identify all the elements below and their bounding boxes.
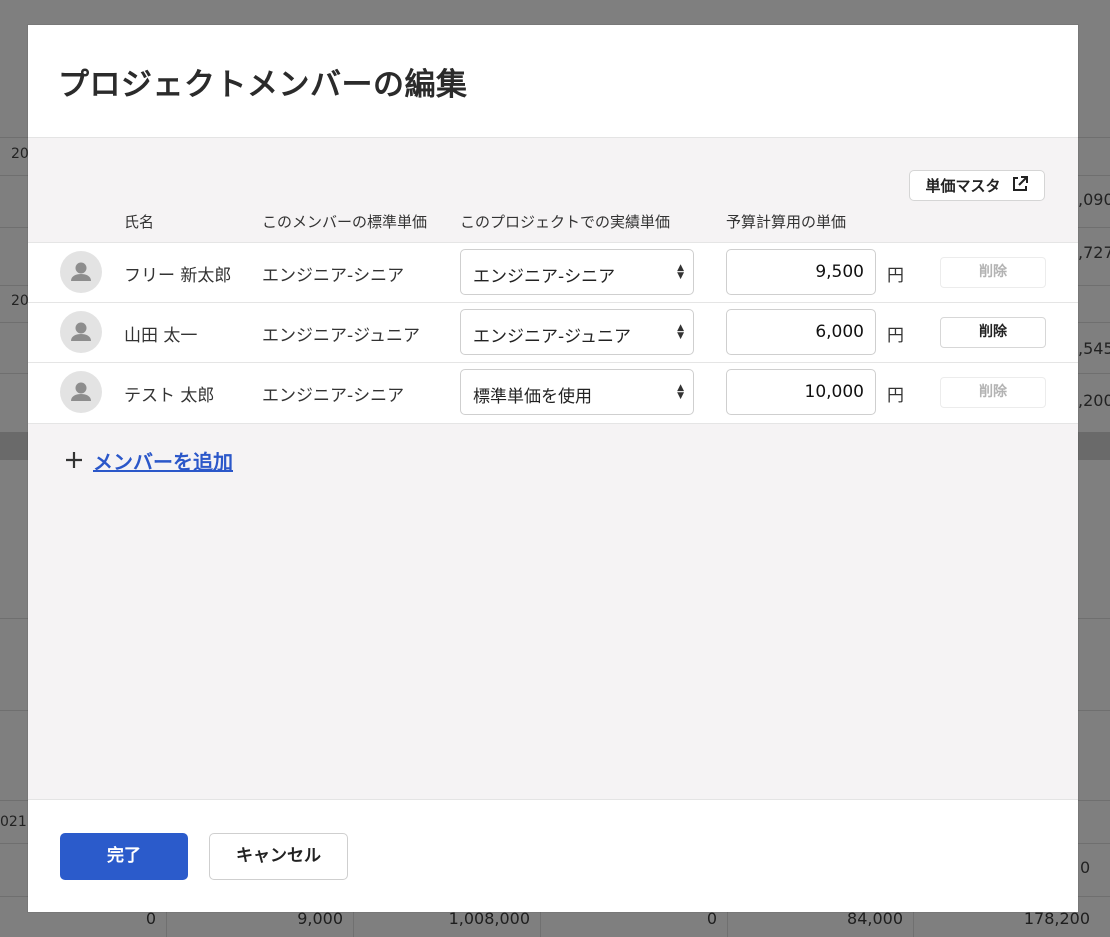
unit-price-master-button[interactable]: 単価マスタ bbox=[909, 170, 1045, 201]
project-rate-select[interactable]: 標準単価を使用 ▲ ▼ bbox=[460, 369, 694, 415]
budget-rate-value: 10,000 bbox=[804, 382, 864, 402]
dialog-footer: 完了 キャンセル bbox=[28, 799, 1078, 912]
delete-button[interactable]: 削除 bbox=[940, 317, 1046, 348]
project-rate-select[interactable]: エンジニア-シニア ▲ ▼ bbox=[460, 249, 694, 295]
column-header-standard-rate: このメンバーの標準単価 bbox=[262, 213, 428, 231]
external-link-icon bbox=[1011, 175, 1029, 197]
currency-unit: 円 bbox=[887, 326, 904, 346]
column-header-name: 氏名 bbox=[124, 213, 155, 231]
budget-rate-value: 6,000 bbox=[815, 322, 864, 342]
column-header-budget-rate: 予算計算用の単価 bbox=[726, 213, 847, 231]
edit-members-dialog: プロジェクトメンバーの編集 単価マスタ 氏名 このメンバーの標準単価 このプロジ… bbox=[28, 25, 1078, 912]
bg-fragment: 20 bbox=[11, 293, 29, 309]
delete-button[interactable]: 削除 bbox=[940, 257, 1046, 288]
avatar-icon bbox=[60, 371, 102, 413]
member-row: 山田 太一 エンジニア-ジュニア エンジニア-ジュニア ▲ ▼ 6,000 円 削… bbox=[28, 302, 1078, 363]
standard-rate: エンジニア-シニア bbox=[262, 266, 405, 286]
dialog-header: プロジェクトメンバーの編集 bbox=[28, 25, 1078, 138]
add-member-link[interactable]: メンバーを追加 bbox=[93, 446, 233, 475]
avatar-icon bbox=[60, 311, 102, 353]
member-row: テスト 太郎 エンジニア-シニア 標準単価を使用 ▲ ▼ 10,000 円 削除 bbox=[28, 362, 1078, 424]
bg-fragment: ,545 bbox=[1078, 339, 1110, 358]
avatar-icon bbox=[60, 251, 102, 293]
bg-fragment: 0 bbox=[1080, 858, 1091, 877]
bg-fragment: ,727 bbox=[1078, 243, 1110, 262]
dialog-title: プロジェクトメンバーの編集 bbox=[58, 67, 468, 103]
member-name: テスト 太郎 bbox=[124, 386, 215, 406]
standard-rate: エンジニア-シニア bbox=[262, 386, 405, 406]
bg-fragment: 021 bbox=[0, 814, 27, 830]
unit-price-master-label: 単価マスタ bbox=[925, 177, 1001, 195]
bg-fragment: 20 bbox=[11, 146, 29, 162]
select-arrows-icon: ▲ ▼ bbox=[677, 323, 684, 341]
member-name: フリー 新太郎 bbox=[124, 266, 232, 286]
delete-button[interactable]: 削除 bbox=[940, 377, 1046, 408]
budget-rate-input[interactable]: 9,500 bbox=[726, 249, 876, 295]
bg-fragment: ,200 bbox=[1078, 391, 1110, 410]
project-rate-value: エンジニア-シニア bbox=[473, 267, 616, 287]
bg-fragment: ,090 bbox=[1078, 190, 1110, 209]
budget-rate-value: 9,500 bbox=[815, 262, 864, 282]
project-rate-value: エンジニア-ジュニア bbox=[473, 327, 631, 347]
select-arrows-icon: ▲ ▼ bbox=[677, 383, 684, 401]
budget-rate-input[interactable]: 10,000 bbox=[726, 369, 876, 415]
plus-icon bbox=[65, 451, 83, 471]
add-member-button[interactable]: メンバーを追加 bbox=[65, 446, 233, 475]
member-row: フリー 新太郎 エンジニア-シニア エンジニア-シニア ▲ ▼ 9,500 円 削… bbox=[28, 242, 1078, 303]
project-rate-value: 標準単価を使用 bbox=[473, 387, 592, 407]
currency-unit: 円 bbox=[887, 386, 904, 406]
currency-unit: 円 bbox=[887, 266, 904, 286]
project-rate-select[interactable]: エンジニア-ジュニア ▲ ▼ bbox=[460, 309, 694, 355]
cancel-button[interactable]: キャンセル bbox=[209, 833, 348, 880]
standard-rate: エンジニア-ジュニア bbox=[262, 326, 420, 346]
done-button[interactable]: 完了 bbox=[60, 833, 188, 880]
select-arrows-icon: ▲ ▼ bbox=[677, 263, 684, 281]
budget-rate-input[interactable]: 6,000 bbox=[726, 309, 876, 355]
member-name: 山田 太一 bbox=[124, 326, 198, 346]
column-header-project-rate: このプロジェクトでの実績単価 bbox=[460, 213, 671, 231]
